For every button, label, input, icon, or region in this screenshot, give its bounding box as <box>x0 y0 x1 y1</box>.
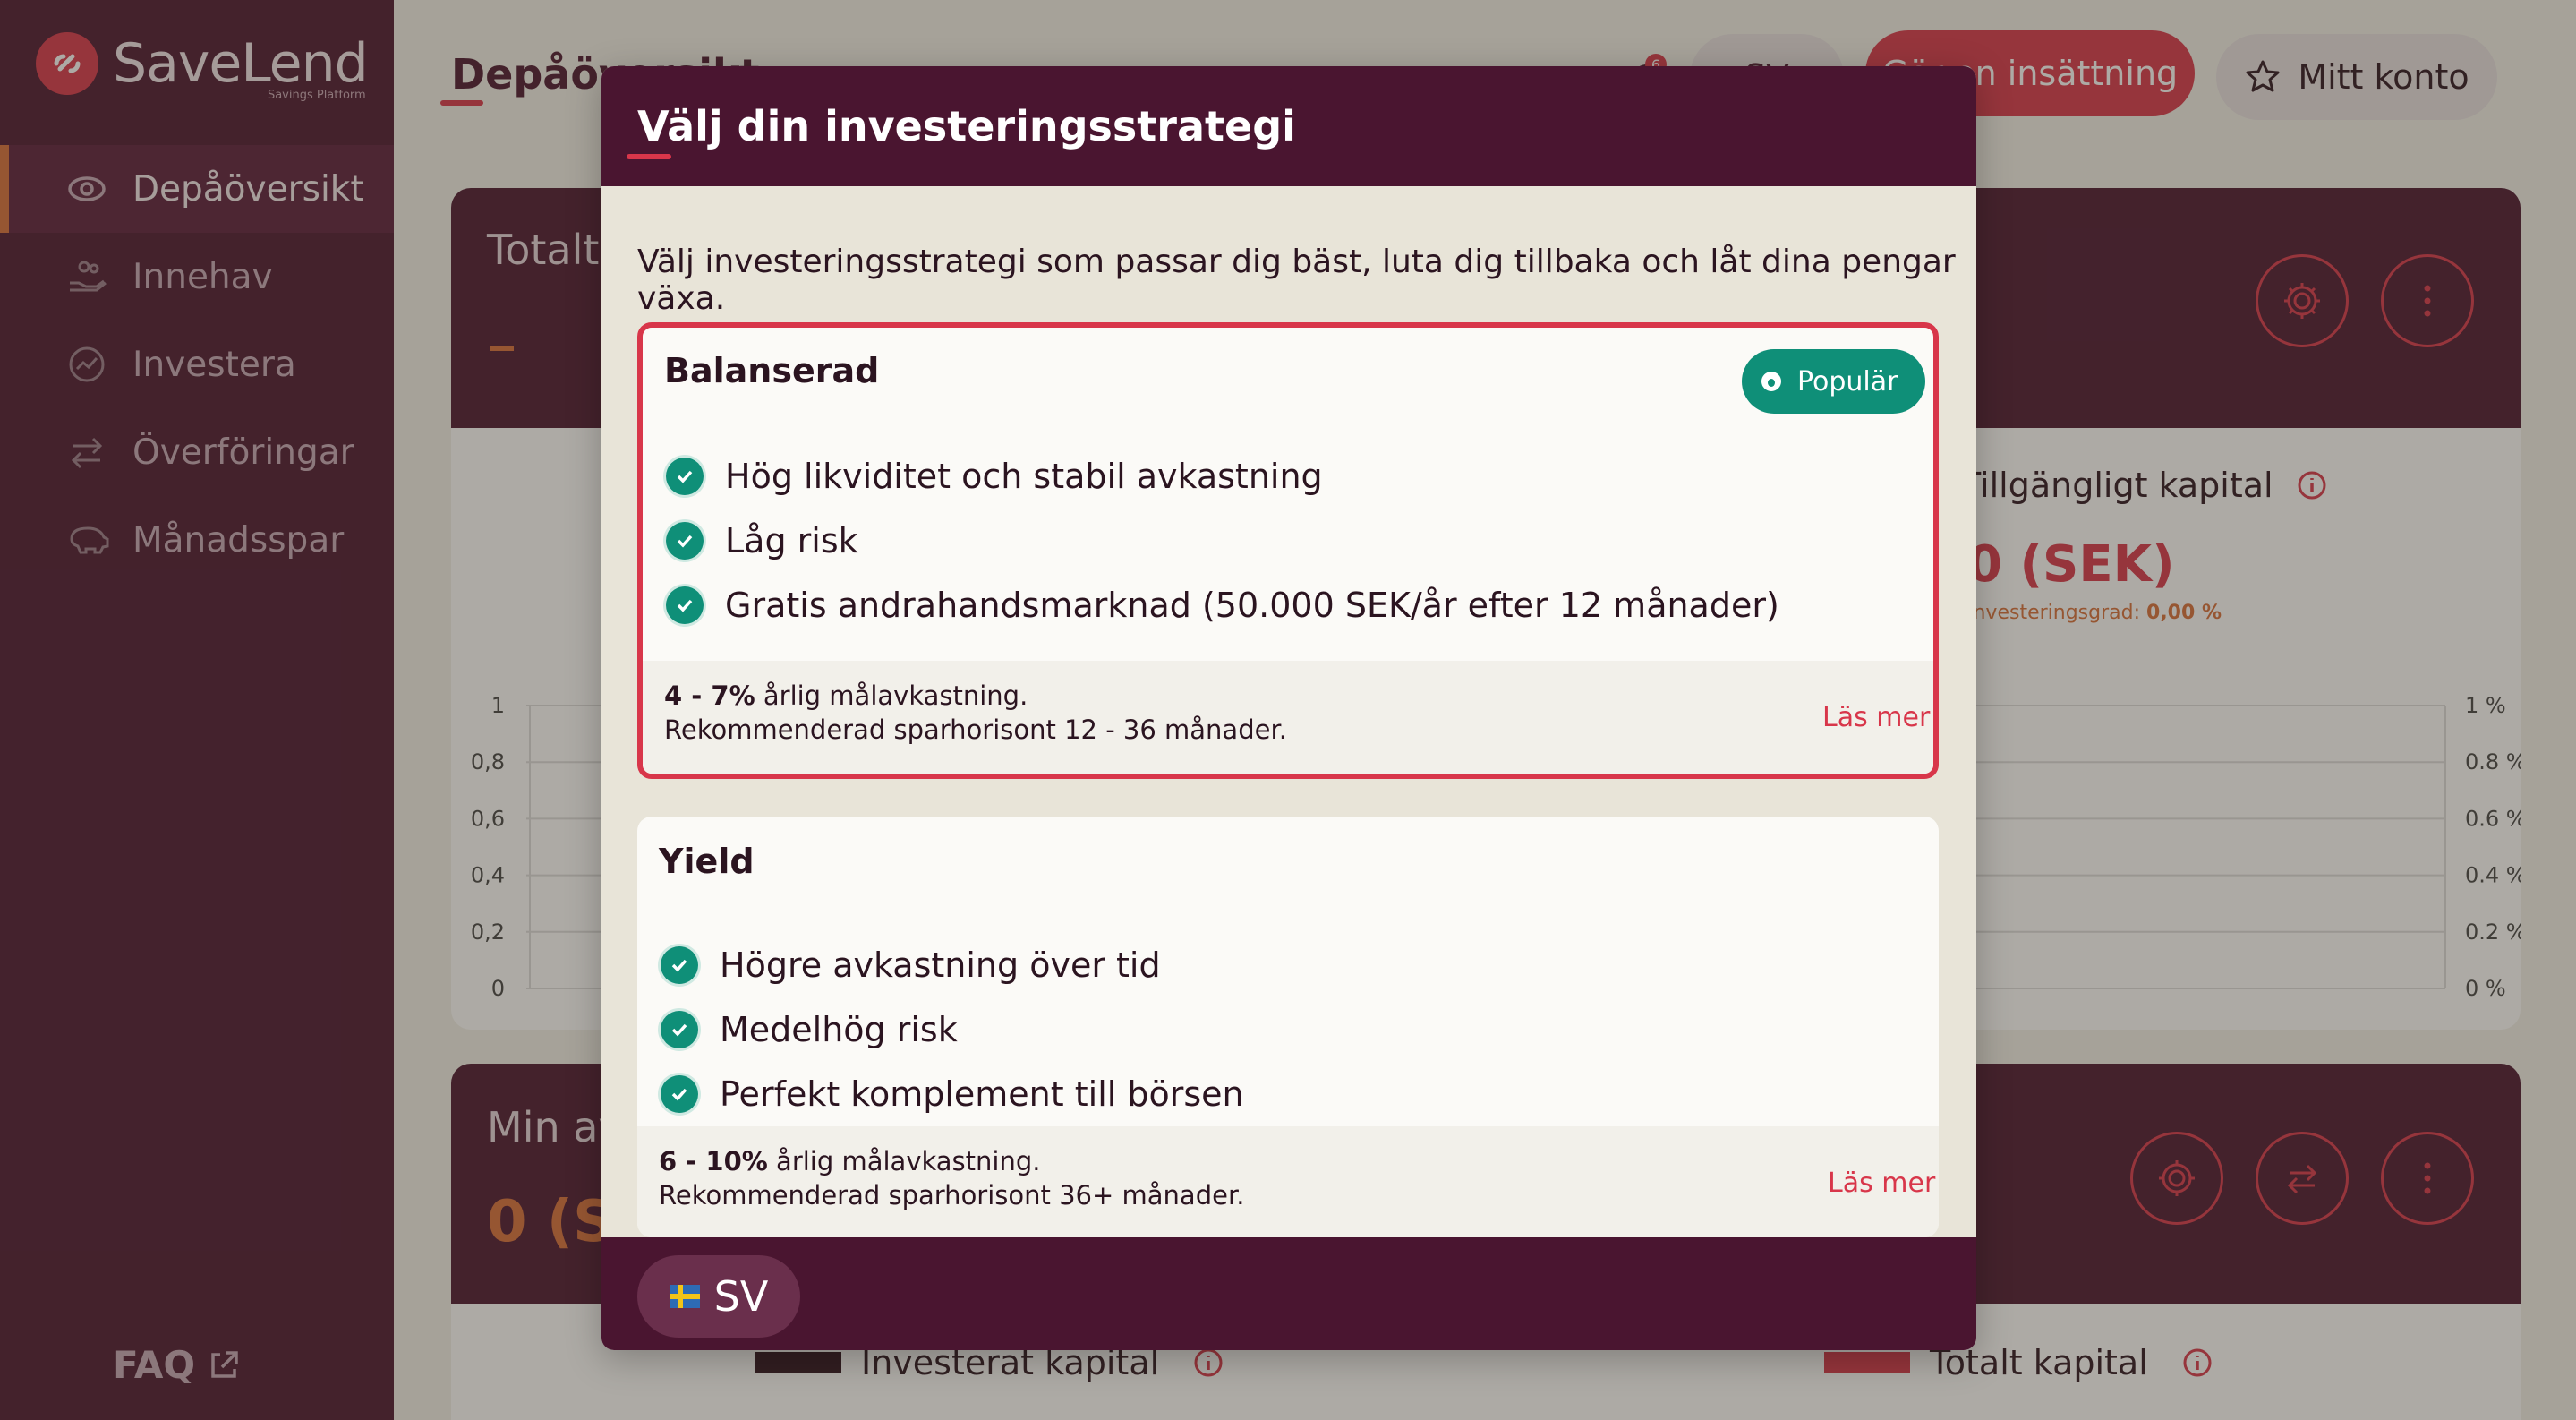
check-icon <box>661 1011 698 1048</box>
feature-label: Medelhög risk <box>720 1010 958 1049</box>
modal-language-button[interactable]: SV <box>637 1255 800 1338</box>
strategy-name: Balanserad <box>664 351 880 390</box>
check-icon <box>661 946 698 984</box>
target-return-text: årlig målavkastning. <box>767 1146 1041 1176</box>
swedish-flag-icon <box>669 1285 700 1308</box>
strategy-feature: Perfekt komplement till börsen <box>661 1074 1244 1114</box>
strategy-card-yield[interactable]: Yield Högre avkastning över tid Medelhög… <box>637 817 1939 1237</box>
badge-label: Populär <box>1797 365 1898 398</box>
target-return-range: 6 - 10% <box>659 1146 768 1176</box>
target-return: 6 - 10% årlig målavkastning. <box>659 1146 1040 1176</box>
feature-label: Högre avkastning över tid <box>720 945 1161 985</box>
modal-title-underline <box>627 154 671 159</box>
strategy-feature: Låg risk <box>666 521 858 560</box>
modal-language-label: SV <box>713 1272 769 1321</box>
strategy-feature: Gratis andrahandsmarknad (50.000 SEK/år … <box>666 586 1779 625</box>
check-icon <box>666 522 704 560</box>
feature-label: Hög likviditet och stabil avkastning <box>725 457 1323 496</box>
check-icon <box>666 586 704 624</box>
strategy-modal: Välj din investeringsstrategi Välj inves… <box>601 66 1976 1350</box>
strategy-footer: 6 - 10% årlig målavkastning. Rekommender… <box>637 1126 1939 1237</box>
strategy-feature: Hög likviditet och stabil avkastning <box>666 457 1323 496</box>
savings-horizon: Rekommenderad sparhorisont 12 - 36 månad… <box>664 714 1287 745</box>
modal-header: Välj din investeringsstrategi <box>601 66 1976 186</box>
flame-icon <box>1761 372 1781 391</box>
modal-intro: Välj investeringsstrategi som passar dig… <box>637 244 1956 317</box>
strategy-feature: Medelhög risk <box>661 1010 958 1049</box>
read-more-link[interactable]: Läs mer <box>1828 1168 1935 1199</box>
check-icon <box>666 458 704 495</box>
feature-label: Gratis andrahandsmarknad (50.000 SEK/år … <box>725 586 1779 625</box>
strategy-name: Yield <box>659 842 755 881</box>
popular-badge: Populär <box>1742 349 1925 414</box>
read-more-link[interactable]: Läs mer <box>1822 702 1930 733</box>
target-return-range: 4 - 7% <box>664 680 755 711</box>
feature-label: Låg risk <box>725 521 858 560</box>
modal-footer: SV <box>601 1237 1976 1350</box>
savings-horizon: Rekommenderad sparhorisont 36+ månader. <box>659 1180 1245 1210</box>
strategy-feature: Högre avkastning över tid <box>661 945 1161 985</box>
feature-label: Perfekt komplement till börsen <box>720 1074 1244 1114</box>
modal-title: Välj din investeringsstrategi <box>637 102 1296 150</box>
target-return: 4 - 7% årlig målavkastning. <box>664 680 1028 711</box>
strategy-card-balanserad[interactable]: Balanserad Populär Hög likviditet och st… <box>637 322 1939 779</box>
target-return-text: årlig målavkastning. <box>755 680 1028 711</box>
check-icon <box>661 1075 698 1113</box>
strategy-footer: 4 - 7% årlig målavkastning. Rekommendera… <box>643 661 1933 774</box>
